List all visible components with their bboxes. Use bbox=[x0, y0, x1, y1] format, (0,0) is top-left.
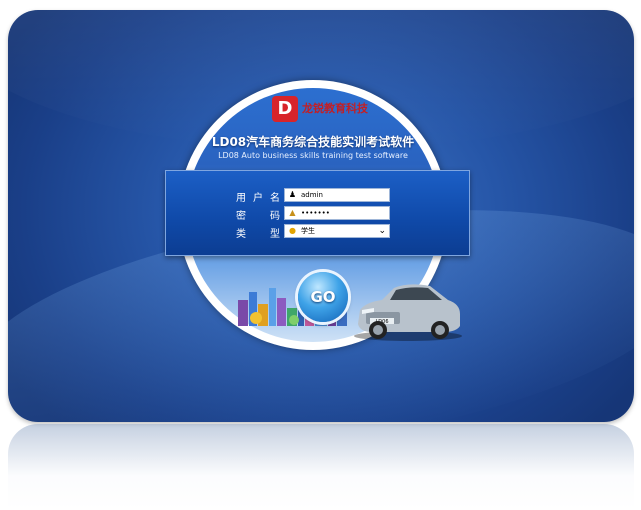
type-value: 学生 bbox=[301, 227, 315, 235]
username-input[interactable]: ♟ admin bbox=[284, 188, 390, 202]
password-input[interactable]: ▲ ••••••• bbox=[284, 206, 390, 220]
user-icon: ♟ bbox=[288, 190, 297, 199]
company-logo: D 龙锐教育科技 bbox=[272, 96, 368, 124]
type-select[interactable]: ● 学生 ⌄ bbox=[284, 224, 390, 238]
type-label: 类 型 bbox=[236, 229, 280, 240]
password-label: 密 码 bbox=[236, 211, 280, 222]
login-form: 用户名 ♟ admin 密 码 ▲ ••••••• 类 型 ● 学生 ⌄ bbox=[165, 170, 470, 256]
logo-text: 龙锐教育科技 bbox=[302, 102, 368, 115]
type-row: 类 型 ● 学生 ⌄ bbox=[166, 224, 469, 240]
password-row: 密 码 ▲ ••••••• bbox=[166, 206, 469, 222]
app-title-english: LD08 Auto business skills training test … bbox=[218, 151, 408, 160]
chevron-down-icon[interactable]: ⌄ bbox=[378, 225, 386, 237]
panel-reflection bbox=[8, 424, 634, 510]
go-login-button[interactable]: GO bbox=[298, 272, 348, 322]
username-value: admin bbox=[301, 191, 323, 199]
password-value: ••••••• bbox=[301, 209, 330, 217]
username-row: 用户名 ♟ admin bbox=[166, 188, 469, 204]
student-icon: ● bbox=[289, 226, 296, 235]
car-illustration: LD06 bbox=[354, 284, 462, 341]
logo-icon: D bbox=[272, 96, 298, 122]
app-title-chinese: LD08汽车商务综合技能实训考试软件 bbox=[211, 135, 415, 149]
lock-icon: ▲ bbox=[289, 208, 296, 217]
username-label: 用户名 bbox=[236, 193, 280, 204]
